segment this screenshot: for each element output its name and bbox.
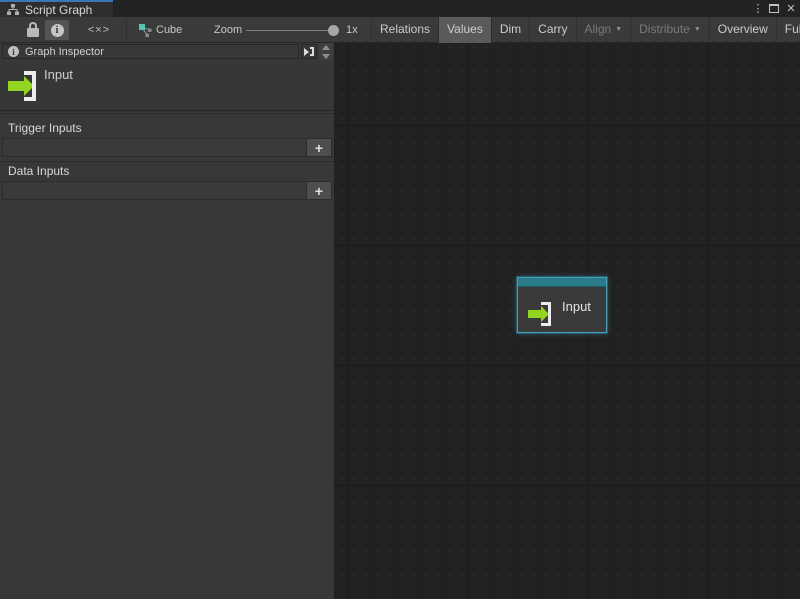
trigger-inputs-list: +: [2, 138, 332, 157]
zoom-slider-track[interactable]: [246, 30, 334, 31]
data-inputs-list: +: [2, 181, 332, 200]
trigger-inputs-label: Trigger Inputs: [8, 121, 82, 135]
tab-script-graph[interactable]: Script Graph: [0, 0, 113, 17]
overview-button[interactable]: Overview: [709, 17, 776, 43]
inspector-title: Graph Inspector: [25, 46, 104, 58]
graph-inspector-panel: i Graph Inspector Input Trigger Inputs +…: [0, 43, 334, 599]
zoom-slider-handle[interactable]: [328, 25, 339, 36]
toolbar-button-group: Relations Values Dim Carry Align▼ Distri…: [371, 17, 800, 43]
input-unit-icon: [528, 302, 550, 326]
scroll-up-icon[interactable]: [319, 43, 333, 52]
chevron-down-icon: ▼: [615, 26, 622, 33]
info-icon: i: [51, 24, 64, 37]
distribute-dropdown[interactable]: Distribute▼: [630, 17, 709, 43]
unit-title: Input: [44, 67, 73, 82]
inspector-toggle-button[interactable]: i: [45, 20, 69, 40]
chevron-down-icon: ▼: [694, 26, 701, 33]
align-dropdown[interactable]: Align▼: [576, 17, 631, 43]
graph-target-label[interactable]: Cube: [156, 17, 182, 43]
input-node[interactable]: Input: [517, 277, 607, 333]
tab-bar: Script Graph ⋮ ✕: [0, 0, 800, 17]
inspector-header: i Graph Inspector: [2, 44, 299, 59]
input-node-title: Input: [562, 299, 591, 314]
input-unit-mini-icon[interactable]: [301, 44, 317, 59]
toolbar-separator: [126, 19, 127, 41]
add-trigger-input-button[interactable]: +: [306, 139, 331, 156]
relations-button[interactable]: Relations: [371, 17, 438, 43]
graph-toolbar: i <×> Cube Zoom 1x Relations Values Dim …: [0, 17, 800, 43]
lock-icon[interactable]: [26, 22, 40, 38]
dim-button[interactable]: Dim: [491, 17, 529, 43]
data-inputs-label: Data Inputs: [8, 164, 69, 178]
input-unit-icon: [8, 71, 36, 101]
tab-title: Script Graph: [25, 3, 92, 17]
window-menu-icon[interactable]: ⋮: [751, 0, 765, 17]
values-button[interactable]: Values: [438, 17, 491, 43]
graph-tree-icon: [7, 4, 19, 15]
section-divider: [0, 161, 334, 162]
zoom-value: 1x: [346, 17, 358, 43]
scroll-spinner[interactable]: [319, 43, 333, 61]
full-screen-button[interactable]: Full Screen: [776, 17, 800, 43]
graph-canvas[interactable]: Input: [334, 43, 800, 599]
zoom-label: Zoom: [214, 17, 242, 43]
window-maximize-icon[interactable]: [769, 4, 779, 13]
unit-preview: Input: [0, 60, 334, 111]
window-close-icon[interactable]: ✕: [784, 0, 798, 17]
add-data-input-button[interactable]: +: [306, 182, 331, 199]
info-icon: i: [8, 46, 19, 57]
script-graph-window: Script Graph ⋮ ✕ i <×> Cube Zoom 1x Rela…: [0, 0, 800, 599]
input-node-header: [518, 278, 606, 287]
carry-button[interactable]: Carry: [529, 17, 575, 43]
preview-code-button[interactable]: <×>: [75, 17, 123, 43]
section-divider: [0, 113, 334, 114]
graph-target-icon: [139, 24, 152, 37]
